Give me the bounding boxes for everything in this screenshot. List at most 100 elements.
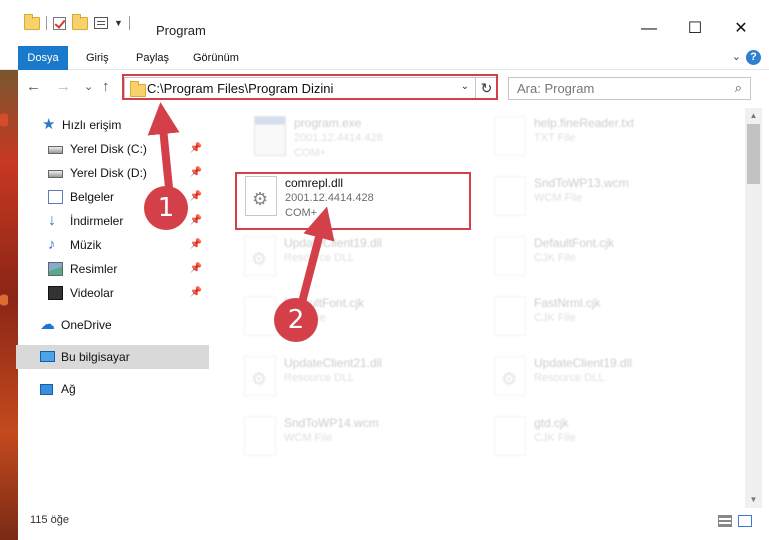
properties-check-icon[interactable] [53,16,66,30]
up-button[interactable]: ↑ [102,78,110,95]
sidebar-item-this-pc[interactable]: Bu bilgisayar [16,345,209,369]
step-marker-2: 2 [274,298,318,342]
drive-icon [48,146,63,154]
expand-ribbon-chevron-icon[interactable]: ⌄ [732,50,741,63]
sidebar-item-label: Hızlı erişim [62,118,122,132]
recent-locations-button[interactable]: ⌄ [84,80,93,93]
pin-icon: 📌 [189,215,202,226]
sidebar-item-label: Yerel Disk (D:) [70,166,147,180]
scroll-down-icon[interactable]: ▼ [745,492,762,508]
tab-dosya[interactable]: Dosya [18,46,68,70]
sidebar-item-label: Müzik [70,238,102,252]
computer-icon [40,351,55,362]
sidebar-item-label: Resimler [70,262,118,276]
scrollbar-thumb[interactable] [747,124,760,184]
videos-icon [48,286,63,300]
search-box[interactable]: Ara: Program ⌕ [508,77,751,100]
navigation-pane: ★ Hızlı erişim Yerel Disk (C:) 📌 Yerel D… [0,108,212,508]
pin-icon: 📌 [189,287,202,298]
file-item[interactable]: SndToWP14.wcm WCM File [234,410,454,466]
sidebar-item-videos[interactable]: Videolar 📌 [0,281,210,305]
file-item[interactable]: UpdateClient19.dll Resource DLL [484,350,704,406]
text-file-icon [244,296,276,336]
item-count: 115 öğe [30,514,69,526]
star-icon: ★ [42,116,56,133]
file-meta: WCM File [284,432,333,444]
tab-paylas[interactable]: Paylaş [126,46,179,70]
ribbon: Dosya Giriş Paylaş Görünüm ⌄ ? [0,46,769,70]
network-icon [40,384,53,395]
dll-file-icon [494,356,526,396]
new-folder-icon[interactable] [72,13,88,30]
dll-file-icon [244,356,276,396]
back-button[interactable]: ← [26,78,41,95]
sidebar-item-quick-access[interactable]: ★ Hızlı erişim [0,113,210,137]
file-item[interactable]: DefaultFont.cjk CJK File [484,230,704,286]
file-meta: 2001.12.4414.428 [294,132,383,144]
tab-giris[interactable]: Giriş [76,46,119,70]
window-title: Program [156,23,206,38]
text-file-icon [494,236,526,276]
toolbar-separator [46,16,47,30]
sidebar-item-local-disk-c[interactable]: Yerel Disk (C:) 📌 [0,137,210,161]
forward-button[interactable]: → [56,78,71,95]
status-bar: 115 öğe [0,508,769,540]
title-bar: ▼ Program — ☐ ✕ [0,0,769,46]
file-item[interactable]: DefaultFont.cjk CJK File [234,290,454,346]
close-button[interactable]: ✕ [718,14,764,44]
toolbar-separator [128,16,130,30]
file-name: SndToWP14.wcm [284,416,379,430]
file-name: program.exe [294,116,362,130]
text-file-icon [494,296,526,336]
pin-icon: 📌 [189,239,202,250]
tab-gorunum[interactable]: Görünüm [183,46,249,70]
download-icon: ↓ [48,212,56,229]
file-item[interactable]: UpdateClient21.dll Resource DLL [234,350,454,406]
music-icon: ♪ [48,236,56,253]
scroll-up-icon[interactable]: ▲ [745,108,762,124]
file-item[interactable]: UpdateClient19.dll Resource DLL [234,230,454,286]
sidebar-item-network[interactable]: Ağ [0,377,210,401]
text-file-icon [244,416,276,456]
details-view-icon[interactable] [718,515,732,527]
file-item[interactable]: help.fineReader.txt TXT File [484,110,704,166]
file-name: UpdateClient21.dll [284,356,383,370]
file-meta: CJK File [534,312,576,324]
file-meta: WCM File [534,192,583,204]
sidebar-item-pictures[interactable]: Resimler 📌 [0,257,210,281]
help-icon[interactable]: ? [746,50,761,65]
sidebar-item-local-disk-d[interactable]: Yerel Disk (D:) 📌 [0,161,210,185]
text-file-icon [494,176,526,216]
sidebar-item-label: Videolar [70,286,114,300]
sidebar-item-onedrive[interactable]: ☁ OneDrive [0,313,210,337]
large-icons-view-icon[interactable] [738,515,752,527]
sidebar-item-label: OneDrive [61,318,112,332]
folder-icon [24,13,40,30]
search-icon[interactable]: ⌕ [735,80,742,96]
file-meta: Resource DLL [284,372,355,384]
file-name: gtd.cjk [534,416,569,430]
sidebar-item-label: İndirmeler [70,214,124,228]
file-item[interactable]: program.exe 2001.12.4414.428 COM+ [244,110,464,166]
file-item[interactable]: SndToWP13.wcm WCM File [484,170,704,226]
sidebar-item-label: Bu bilgisayar [61,350,130,364]
search-placeholder[interactable]: Ara: Program [517,81,594,96]
pin-icon: 📌 [189,191,202,202]
cloud-icon: ☁ [40,316,55,333]
step-marker-1: 1 [144,186,188,230]
sidebar-item-music[interactable]: ♪ Müzik 📌 [0,233,210,257]
maximize-button[interactable]: ☐ [672,14,718,44]
file-name: DefaultFont.cjk [534,236,615,250]
dll-file-icon [244,236,276,276]
file-meta: Resource DLL [284,252,355,264]
vertical-scrollbar[interactable]: ▲ ▼ [745,108,762,508]
address-highlight-box [122,74,498,100]
file-item[interactable]: gtd.cjk CJK File [484,410,704,466]
minimize-button[interactable]: — [626,14,672,44]
quick-access-toolbar: ▼ [24,13,130,30]
customize-toolbar-chevron-icon[interactable]: ▼ [114,18,123,28]
documents-icon [48,190,63,204]
file-item[interactable]: FastNrml.cjk CJK File [484,290,704,346]
properties-icon[interactable] [94,17,108,29]
exe-file-icon [254,116,286,156]
